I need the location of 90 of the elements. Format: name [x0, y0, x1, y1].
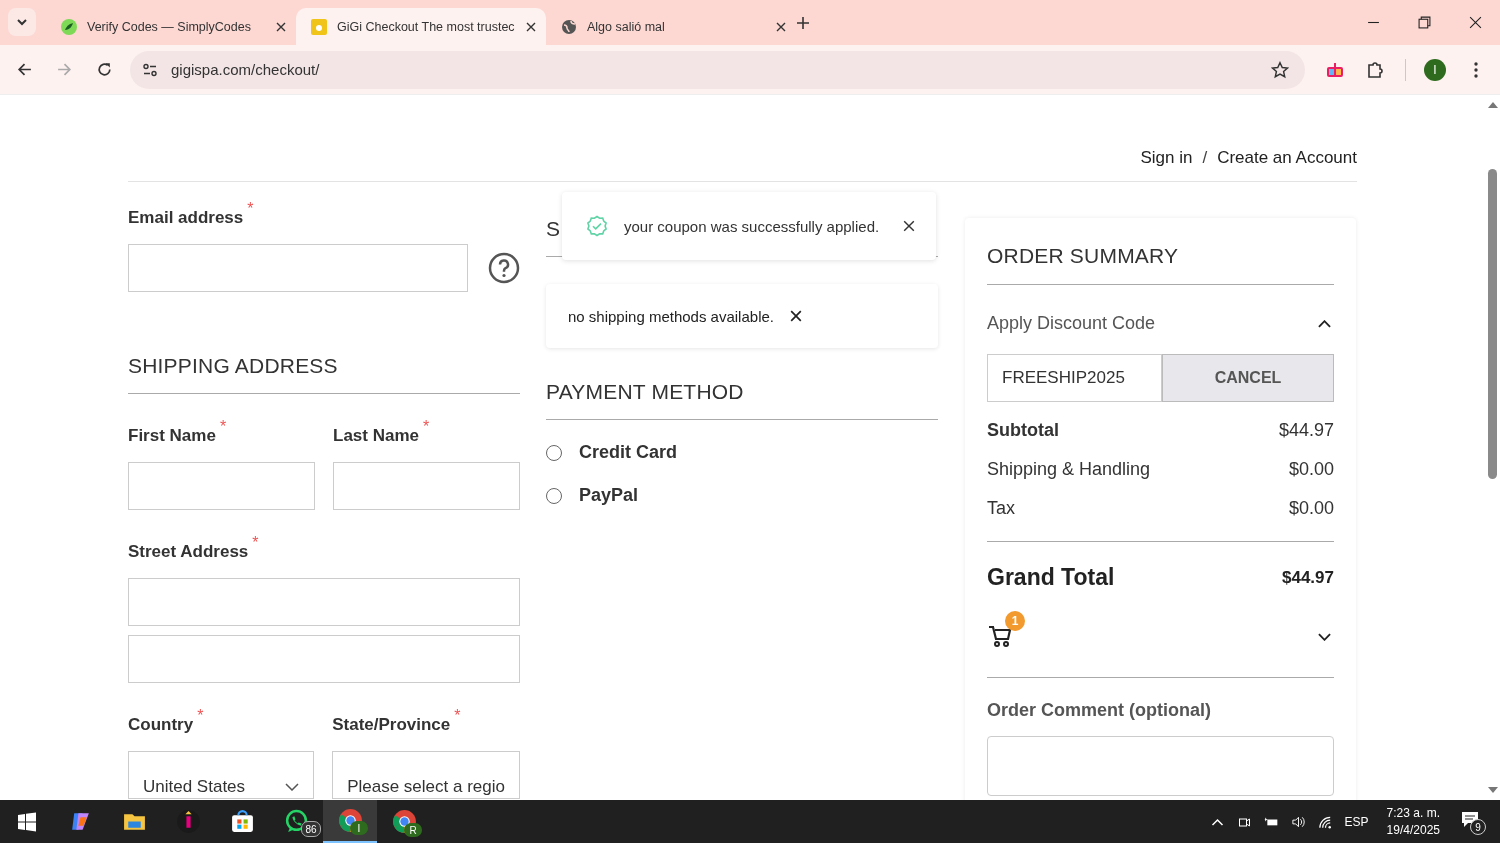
- field-label: Street Address: [128, 542, 249, 562]
- gigi-logo-icon: [311, 18, 327, 35]
- check-badge-icon: [586, 215, 608, 237]
- cancel-button[interactable]: CANCEL: [1162, 354, 1334, 402]
- link-separator: /: [1202, 148, 1208, 168]
- url-text: gigispa.com/checkout/: [171, 61, 321, 78]
- required-mark: *: [423, 418, 430, 436]
- close-icon[interactable]: [903, 220, 916, 232]
- comment-field[interactable]: [987, 736, 1334, 796]
- leaf-icon: [61, 18, 77, 35]
- required-mark: *: [219, 418, 227, 436]
- create-account-link[interactable]: Create an Account: [1217, 148, 1357, 168]
- tab-title: Algo salió mal: [587, 19, 666, 34]
- globe-icon: [561, 18, 577, 35]
- section-title: S: [546, 216, 561, 242]
- section-title: SHIPPING ADDRESS: [128, 353, 339, 379]
- tab-title: Verify Codes — SimplyCodes: [87, 19, 252, 34]
- restore-icon[interactable]: [1418, 16, 1431, 29]
- total-value: $0.00: [1288, 459, 1334, 480]
- notice-text: no shipping methods available.: [568, 307, 774, 325]
- address-bar[interactable]: gigispa.com/checkout/: [130, 50, 1305, 89]
- select-field[interactable]: United States: [128, 751, 315, 799]
- caret-icon[interactable]: [285, 783, 300, 791]
- section-title: PAYMENT METHOD: [546, 379, 745, 405]
- radio-label: PayPal: [579, 485, 639, 506]
- back-icon[interactable]: [16, 61, 33, 78]
- total-value: $0.00: [1288, 498, 1334, 519]
- text-field[interactable]: [128, 578, 520, 626]
- required-mark: *: [454, 707, 461, 725]
- select-field[interactable]: Please select a regio: [332, 751, 520, 799]
- radio-label: Credit Card: [579, 442, 677, 463]
- text-field[interactable]: [128, 635, 520, 683]
- text-field[interactable]: [128, 462, 315, 510]
- sign-in-link[interactable]: Sign in: [1140, 148, 1193, 168]
- total-value: $44.97: [1278, 420, 1334, 441]
- cart-icon: [987, 623, 1013, 649]
- reload-icon[interactable]: [96, 61, 113, 78]
- required-mark: *: [197, 707, 204, 725]
- new-tab-icon[interactable]: [796, 16, 810, 30]
- tab-title: GiGi Checkout The most trustec: [337, 19, 516, 34]
- clock[interactable]: 7:23 a. m. 19/4/2025: [1386, 806, 1440, 837]
- start-icon[interactable]: [17, 811, 37, 832]
- profile-avatar[interactable]: I: [1424, 58, 1446, 81]
- close-icon[interactable]: [1469, 16, 1482, 29]
- app-icon[interactable]: [175, 809, 201, 834]
- field-label: First Name: [128, 426, 216, 446]
- discount-code-field[interactable]: FREESHIP2025: [987, 354, 1162, 402]
- tab-search-button[interactable]: [8, 8, 36, 36]
- toast-message: your coupon was successfully applied.: [624, 217, 880, 235]
- required-mark: *: [252, 534, 259, 552]
- scroll-down-icon[interactable]: [1488, 787, 1498, 793]
- cart-count-badge: 1: [1005, 611, 1025, 631]
- required-mark: *: [247, 200, 254, 218]
- store-icon[interactable]: [229, 809, 255, 834]
- email-field[interactable]: [128, 244, 468, 292]
- text-field[interactable]: [333, 462, 520, 510]
- bookmark-star-icon[interactable]: [1271, 60, 1289, 79]
- field-label: Last Name: [333, 426, 419, 446]
- caret-icon[interactable]: [16, 16, 28, 28]
- grand-total-value: $44.97: [1282, 567, 1334, 588]
- taskbar-app[interactable]: I: [323, 800, 377, 843]
- scroll-up-icon[interactable]: [1488, 102, 1498, 108]
- taskbar-app[interactable]: 86: [269, 800, 323, 843]
- section-title: ORDER SUMMARY: [987, 243, 1180, 269]
- field-label: Email address: [128, 208, 244, 228]
- total-label: Shipping & Handling: [987, 459, 1151, 480]
- close-icon[interactable]: [526, 21, 536, 32]
- browser-tab[interactable]: GiGi Checkout The most trustec: [296, 8, 546, 45]
- close-icon[interactable]: [276, 21, 286, 32]
- site-settings-icon[interactable]: [142, 61, 158, 78]
- field-label: Order Comment (optional): [987, 700, 1212, 721]
- grand-total-label: Grand Total: [987, 564, 1115, 591]
- discount-toggle[interactable]: Apply Discount Code: [987, 313, 1334, 334]
- browser-tab[interactable]: Algo salió mal: [546, 8, 796, 45]
- close-icon[interactable]: [776, 21, 786, 32]
- wifi-icon[interactable]: [1317, 814, 1333, 829]
- volume-icon[interactable]: [1290, 814, 1306, 829]
- puzzle-icon[interactable]: [1365, 59, 1385, 80]
- browser-tab[interactable]: Verify Codes — SimplyCodes: [46, 8, 296, 45]
- close-icon[interactable]: [790, 310, 802, 322]
- total-label: Tax: [987, 498, 1015, 519]
- help-icon[interactable]: [488, 252, 520, 284]
- language-indicator[interactable]: ESP: [1344, 814, 1369, 829]
- total-label: Subtotal: [987, 420, 1059, 441]
- notifications-button[interactable]: 9: [1460, 810, 1490, 833]
- chevron-icon[interactable]: [1318, 633, 1331, 641]
- chevron-icon[interactable]: [1318, 319, 1331, 328]
- field-label: State/Province: [332, 715, 451, 735]
- field-label: Country: [128, 715, 194, 735]
- taskbar-app[interactable]: R: [377, 800, 431, 843]
